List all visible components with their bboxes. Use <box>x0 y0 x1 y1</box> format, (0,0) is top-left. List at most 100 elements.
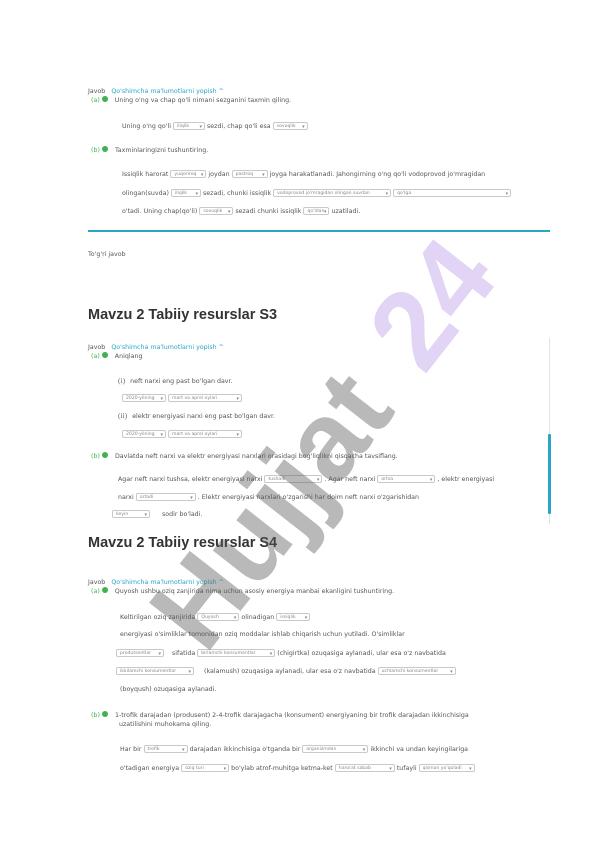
correct-answer-tag: To'g'ri javob <box>88 251 126 258</box>
section-title: Mavzu 2 Tabiiy resurslar S3 <box>88 307 278 323</box>
text-fragment: sodir bo'ladi. <box>162 511 203 518</box>
answer-a-line-1: Keltirilgan oziq zanjirida Quyosh olinad… <box>120 613 311 621</box>
text-fragment: olinadigan <box>241 614 275 621</box>
dropdown[interactable]: 2020-yilning <box>122 394 166 402</box>
dropdown[interactable]: 2020-yilning <box>122 430 166 438</box>
question-b-text: Davlatda neft narxi va elektr energiyasi… <box>114 453 398 460</box>
answer-b-line-2: narxi ortadi . Elektr energiyasi narxlar… <box>118 493 419 501</box>
dropdown[interactable]: ortsa <box>377 475 436 483</box>
text-fragment: joydan <box>208 171 230 178</box>
item-i-answers: 2020-yilning mart va aprel oylari <box>122 394 243 402</box>
item-ii-row: (ii) elektr energiyasi narxi eng past bo… <box>118 411 275 420</box>
question-a-text: Aniqlang <box>114 353 143 360</box>
dropdown[interactable]: Quyosh <box>197 613 240 621</box>
divider <box>88 230 550 232</box>
toggle-details-link[interactable]: Qo'shimcha ma'lumotlarni yopish ^ <box>111 88 224 95</box>
dropdown[interactable]: iliqlik <box>173 122 206 130</box>
answer-a-line-5: (boyqush) ozuqasiga aylanadi. <box>120 686 217 693</box>
dropdown[interactable]: harorat sabab <box>334 764 395 772</box>
question-a-text: Uning o'ng va chap qo'li nimani sezganin… <box>114 97 292 104</box>
check-icon <box>101 587 108 593</box>
answer-label: Javob <box>88 579 106 586</box>
item-i-text: neft narxi eng past bo'lgan davr. <box>130 378 233 385</box>
dropdown[interactable]: organizmdan <box>302 745 369 753</box>
item-ii-number: (ii) <box>118 411 128 420</box>
question-b-text: Taxminlaringizni tushuntiring. <box>114 147 209 154</box>
toggle-details-link[interactable]: Qo'shimcha ma'lumotlarni yopish ^ <box>111 344 224 351</box>
dropdown[interactable]: iliqlik <box>170 189 201 197</box>
question-b-row: (b) Taxminlaringizni tushuntiring. <box>91 146 209 154</box>
check-icon <box>101 96 108 102</box>
answer-header-1: Javob Qo'shimcha ma'lumotlarni yopish ^ <box>88 88 224 95</box>
text-fragment: , elektr energiyasi <box>437 476 495 483</box>
dropdown[interactable]: issiqlik <box>276 613 311 621</box>
question-b-label: (b) <box>91 453 100 460</box>
question-b-label: (b) <box>91 712 100 719</box>
check-icon <box>101 146 108 152</box>
dropdown[interactable]: pastroq <box>231 170 268 178</box>
text-fragment: bo'ylab atrof-muhitga ketma-ket <box>231 765 333 772</box>
dropdown[interactable]: qo'ldan <box>303 207 330 215</box>
dropdown[interactable]: produtsentlar <box>116 649 164 657</box>
text-fragment: (chigirtka) ozuqasiga aylanadi, ular esa… <box>277 650 446 657</box>
answer-b-line-1: Agar neft narxi tushsa, elektr energiyas… <box>118 475 494 483</box>
answer-a-line-2: energiyasi o'simliklar tomonidan oziq mo… <box>120 631 405 638</box>
answer-header-3: Javob Qo'shimcha ma'lumotlarni yopish ^ <box>88 579 224 586</box>
text-fragment: Issiqlik harorat <box>122 171 169 178</box>
check-icon <box>101 452 108 458</box>
dropdown[interactable]: sovuqlik <box>272 122 308 130</box>
item-i-number: (i) <box>118 376 126 385</box>
dropdown[interactable]: keyin <box>112 510 150 518</box>
question-a-row: (a) Aniqlang <box>91 352 143 360</box>
text-fragment: Har bir <box>120 746 142 753</box>
text-fragment: sezadi chunki issiqlik <box>235 208 302 215</box>
text-fragment: o'tadi. Uning chap(qo'li) <box>122 208 198 215</box>
toggle-details-link[interactable]: Qo'shimcha ma'lumotlarni yopish ^ <box>111 579 224 586</box>
item-i-row: (i) neft narxi eng past bo'lgan davr. <box>118 376 233 385</box>
dropdown[interactable]: qisman yo'qoladi <box>418 764 475 772</box>
dropdown[interactable]: ortadi <box>135 493 196 501</box>
section-title: Mavzu 2 Tabiiy resurslar S4 <box>88 535 278 551</box>
question-a-label: (a) <box>91 353 100 360</box>
text-fragment: Agar neft narxi tushsa, elektr energiyas… <box>118 476 263 483</box>
dropdown[interactable]: oziq turi <box>181 764 230 772</box>
question-b-label: (b) <box>91 147 100 154</box>
answer-b-line-2: olingan(suvda) iliqlik sezadi, chunki is… <box>122 189 512 197</box>
question-a-row: (a) Uning o'ng va chap qo'li nimani sezg… <box>91 96 292 104</box>
dropdown[interactable]: sovuqlik <box>199 207 234 215</box>
text-fragment: darajadan ikkinchisiga o'tganda bir <box>189 746 301 753</box>
question-b-row: (b) 1-trofik darajadan (produsent) 2-4-t… <box>91 711 469 719</box>
answer-a-line: Uning o'ng qo'li iliqlik sezdi, chap qo'… <box>122 122 308 130</box>
dropdown[interactable]: trofik <box>143 745 188 753</box>
text-fragment: (kalamush) ozuqasiga aylanadi, ular esa … <box>204 668 376 675</box>
dropdown[interactable]: uchlamchi konsumentlar <box>377 667 456 675</box>
answer-a-line-3: produtsentlar sifatida birlamchi konsume… <box>116 649 446 657</box>
scrollbar-thumb[interactable] <box>548 434 551 514</box>
answer-a-line-4: ikkilamchi konsumentlar (kalamush) ozuqa… <box>116 667 456 675</box>
text-fragment: Keltirilgan oziq zanjirida <box>120 614 196 621</box>
dropdown[interactable]: mart va aprel oylari <box>168 394 243 402</box>
text-fragment: narxi <box>118 494 134 501</box>
dropdown[interactable]: birlamchi konsumentlar <box>197 649 276 657</box>
dropdown[interactable]: ikkilamchi konsumentlar <box>116 667 194 675</box>
dropdown[interactable]: yuqoriroq <box>170 170 207 178</box>
answer-b-line-3: keyin sodir bo'ladi. <box>112 510 202 518</box>
question-b-text-2: uzatilishini muhokama qiling. <box>119 721 212 728</box>
text-fragment: . Elektr energiyasi narxlari o'zgarishi … <box>197 494 420 501</box>
check-icon <box>101 352 108 358</box>
text-fragment: Uning o'ng qo'li <box>122 123 171 130</box>
question-a-row: (a) Quyosh ushbu oziq zanjirida nima uch… <box>91 587 395 595</box>
question-a-text: Quyosh ushbu oziq zanjirida nima uchun a… <box>114 588 395 595</box>
text-fragment: tufayli <box>396 765 417 772</box>
text-fragment: sezadi, chunki issiqlik <box>203 190 272 197</box>
dropdown[interactable]: vodoprovod jo'mragidan olingan suvdan <box>273 189 392 197</box>
item-ii-text: elektr energiyasi narxi eng past bo'lgan… <box>132 413 275 420</box>
answer-b-line-2: o'tadigan energiya oziq turi bo'ylab atr… <box>120 764 475 772</box>
dropdown[interactable]: qo'lga <box>393 189 512 197</box>
watermark-text-part-2: 24 <box>344 216 519 391</box>
dropdown[interactable]: tushadi <box>264 475 323 483</box>
text-fragment: . Agar neft narxi <box>324 476 376 483</box>
question-a-label: (a) <box>91 97 100 104</box>
item-ii-answers: 2020-yilning mart va aprel oylari <box>122 430 243 438</box>
dropdown[interactable]: mart va aprel oylari <box>168 430 243 438</box>
